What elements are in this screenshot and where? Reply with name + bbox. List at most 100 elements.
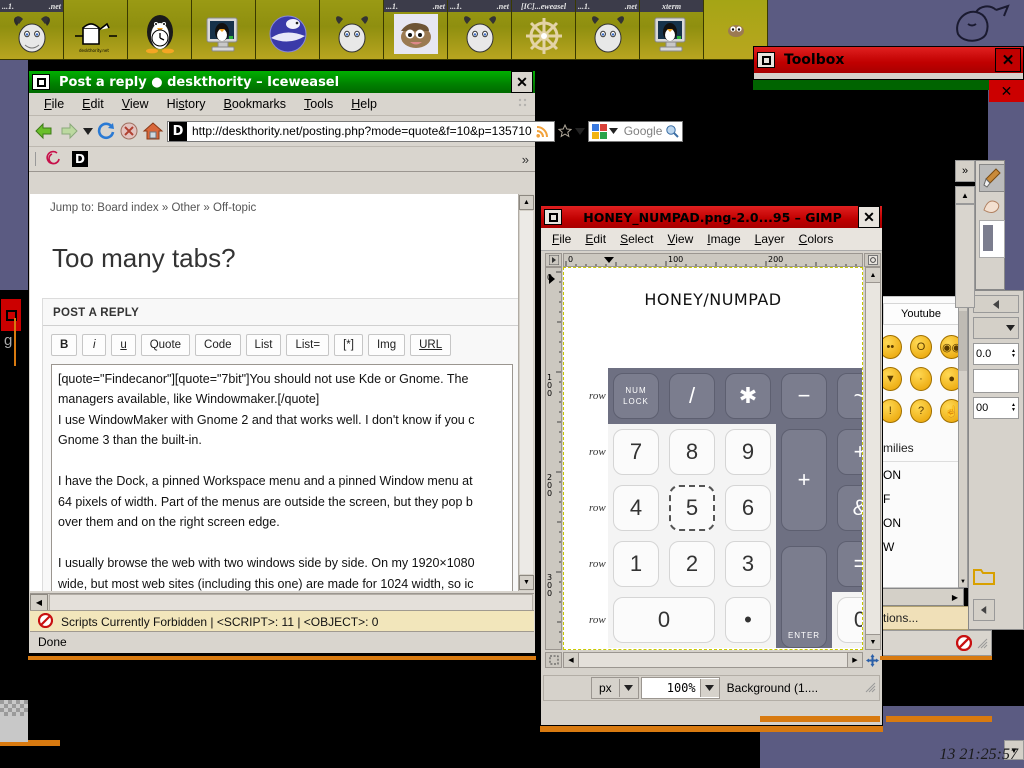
image-thumbnail[interactable] <box>979 220 1005 258</box>
scroll-thumb[interactable] <box>49 594 533 611</box>
scroll-track[interactable] <box>866 283 880 634</box>
quick-mask-button[interactable] <box>545 253 562 267</box>
noscript-forbidden-icon[interactable] <box>956 635 972 651</box>
folder-icon[interactable] <box>973 566 995 589</box>
dock-item-2[interactable] <box>128 0 192 60</box>
menu-bookmarks[interactable]: Bookmarks <box>215 95 296 113</box>
key-cell[interactable]: 5 <box>664 480 720 536</box>
dock-item-7[interactable]: ...1. .net <box>448 0 512 60</box>
taskbar-strip[interactable] <box>880 656 992 660</box>
bookmarks-toolbar[interactable]: D » <box>29 147 535 172</box>
canvas-origin-button[interactable] <box>545 652 562 668</box>
search-box[interactable]: Google <box>588 121 684 142</box>
key-1[interactable]: 1 <box>613 541 659 587</box>
question-smiley-icon[interactable]: ? <box>910 399 933 423</box>
smilies-panel-scrollbar[interactable]: ▼ <box>958 300 968 588</box>
key-cell[interactable]: + <box>832 424 863 480</box>
menu-history[interactable]: History <box>158 95 215 113</box>
iceweasel-window[interactable]: Post a reply ● deskthority – Iceweasel ✕… <box>28 70 536 654</box>
resize-grip-icon[interactable] <box>864 681 876 696</box>
key-tilde[interactable]: ~ <box>837 373 863 419</box>
list-item[interactable]: F <box>879 482 963 506</box>
key-6[interactable]: 6 <box>725 485 771 531</box>
rss-icon[interactable] <box>532 125 554 138</box>
taskbar-strip[interactable] <box>886 716 992 722</box>
key-cell[interactable]: ~ <box>832 368 863 424</box>
key-cell[interactable]: 7 <box>608 424 664 480</box>
search-input[interactable]: Google <box>620 124 663 138</box>
spin-field[interactable]: 00 ▲▼ <box>973 397 1019 419</box>
window-restore-button[interactable] <box>757 52 775 68</box>
toolbar-overflow-button[interactable]: » <box>522 152 535 167</box>
spinner-arrows-icon[interactable]: ▲▼ <box>1011 349 1018 359</box>
key-equals[interactable]: = <box>837 541 863 587</box>
taskbar-strip[interactable] <box>760 716 880 722</box>
back-arrow-icon[interactable] <box>33 118 55 144</box>
bbcode-bold-button[interactable]: B <box>51 334 77 356</box>
menu-select[interactable]: Select <box>613 230 660 248</box>
canvas-pan-button[interactable] <box>864 652 881 668</box>
list-item[interactable]: ON <box>879 461 963 482</box>
key-cell[interactable]: 4 <box>608 480 664 536</box>
smiley-icon[interactable]: O <box>910 335 933 359</box>
noscript-forbidden-icon[interactable] <box>38 613 53 631</box>
dock-item-4[interactable] <box>256 0 320 60</box>
key-cell[interactable]: & <box>832 480 863 536</box>
key-decimal[interactable]: • <box>725 597 771 643</box>
gimp-menubar[interactable]: File Edit Select View Image Layer Colors <box>541 228 882 251</box>
magnifier-icon[interactable] <box>662 124 682 138</box>
key-0[interactable]: 0 <box>613 597 715 643</box>
gimp-titlebar[interactable]: HONEY_NUMPAD.png-2.0...95 – GIMP ✕ <box>541 206 882 228</box>
scroll-up-button[interactable]: ▲ <box>519 195 534 210</box>
key-cell[interactable]: NUMLOCK <box>608 368 664 424</box>
spinner-arrows-icon[interactable]: ▲▼ <box>1011 403 1018 413</box>
image-canvas[interactable]: HONEY/NUMPAD row 1 row 2 row 3 row 4 row… <box>563 267 863 650</box>
google-icon[interactable] <box>591 123 608 140</box>
page-vertical-scrollbar[interactable]: ▲ ▼ <box>518 194 534 591</box>
zoom-image-button[interactable] <box>864 253 881 267</box>
dock-item-5[interactable] <box>320 0 384 60</box>
window-restore-button[interactable] <box>544 209 562 225</box>
collapse-button[interactable] <box>973 295 1019 313</box>
noscript-status-bar[interactable]: Scripts Currently Forbidden | <SCRIPT>: … <box>30 610 534 632</box>
scroll-track[interactable] <box>955 204 975 308</box>
menu-image[interactable]: Image <box>700 230 747 248</box>
window-close-button[interactable]: ✕ <box>858 206 880 228</box>
dock-item-1[interactable]: deskthority.net <box>64 0 128 60</box>
text-field[interactable] <box>973 369 1019 393</box>
url-bar[interactable]: D http://deskthority.net/posting.php?mod… <box>167 121 555 142</box>
key-7[interactable]: 7 <box>613 429 659 475</box>
taskbar-strip[interactable] <box>28 656 536 660</box>
bbcode-code-button[interactable]: Code <box>195 334 241 356</box>
key-2[interactable]: 2 <box>669 541 715 587</box>
dock-item-10[interactable]: xterm <box>640 0 704 60</box>
chevron-down-icon[interactable] <box>608 128 620 134</box>
window-close-button[interactable]: ✕ <box>989 80 1024 102</box>
chevron-down-icon[interactable] <box>575 118 585 144</box>
bbcode-quote-button[interactable]: Quote <box>141 334 190 356</box>
breadcrumb[interactable]: Jump to: Board index » Other » Off-topic <box>30 194 534 214</box>
key-divide[interactable]: / <box>669 373 715 419</box>
menu-file[interactable]: FFileile <box>35 95 73 113</box>
scroll-left-button[interactable]: ◀ <box>564 653 579 667</box>
canvas-vertical-scrollbar[interactable]: ▲ ▼ <box>865 267 881 650</box>
dock-item-3[interactable] <box>192 0 256 60</box>
scroll-left-button[interactable]: ◀ <box>30 594 48 611</box>
key-0-alt[interactable]: 0 <box>837 597 863 643</box>
menu-colors[interactable]: Colors <box>792 230 841 248</box>
key-cell[interactable]: = <box>832 536 863 592</box>
scroll-down-button[interactable]: ▼ <box>959 577 967 587</box>
key-3[interactable]: 3 <box>725 541 771 587</box>
key-plus[interactable]: + <box>837 429 863 475</box>
dock-item-9[interactable]: ...1. .net <box>576 0 640 60</box>
reload-icon[interactable] <box>96 118 116 144</box>
spin-field[interactable]: 0.0 ▲▼ <box>973 343 1019 365</box>
key-4[interactable]: 4 <box>613 485 659 531</box>
dropdown-row[interactable] <box>973 317 1019 339</box>
toolbar-overflow-button[interactable]: » <box>955 160 975 182</box>
page-horizontal-scrollbar[interactable]: ◀ <box>30 593 534 611</box>
bbcode-listeq-button[interactable]: List= <box>286 334 329 356</box>
key-cell[interactable]: 0 <box>832 592 863 648</box>
dock-item-6[interactable]: ...1. .net <box>384 0 448 60</box>
debian-swirl-icon[interactable] <box>46 150 62 169</box>
